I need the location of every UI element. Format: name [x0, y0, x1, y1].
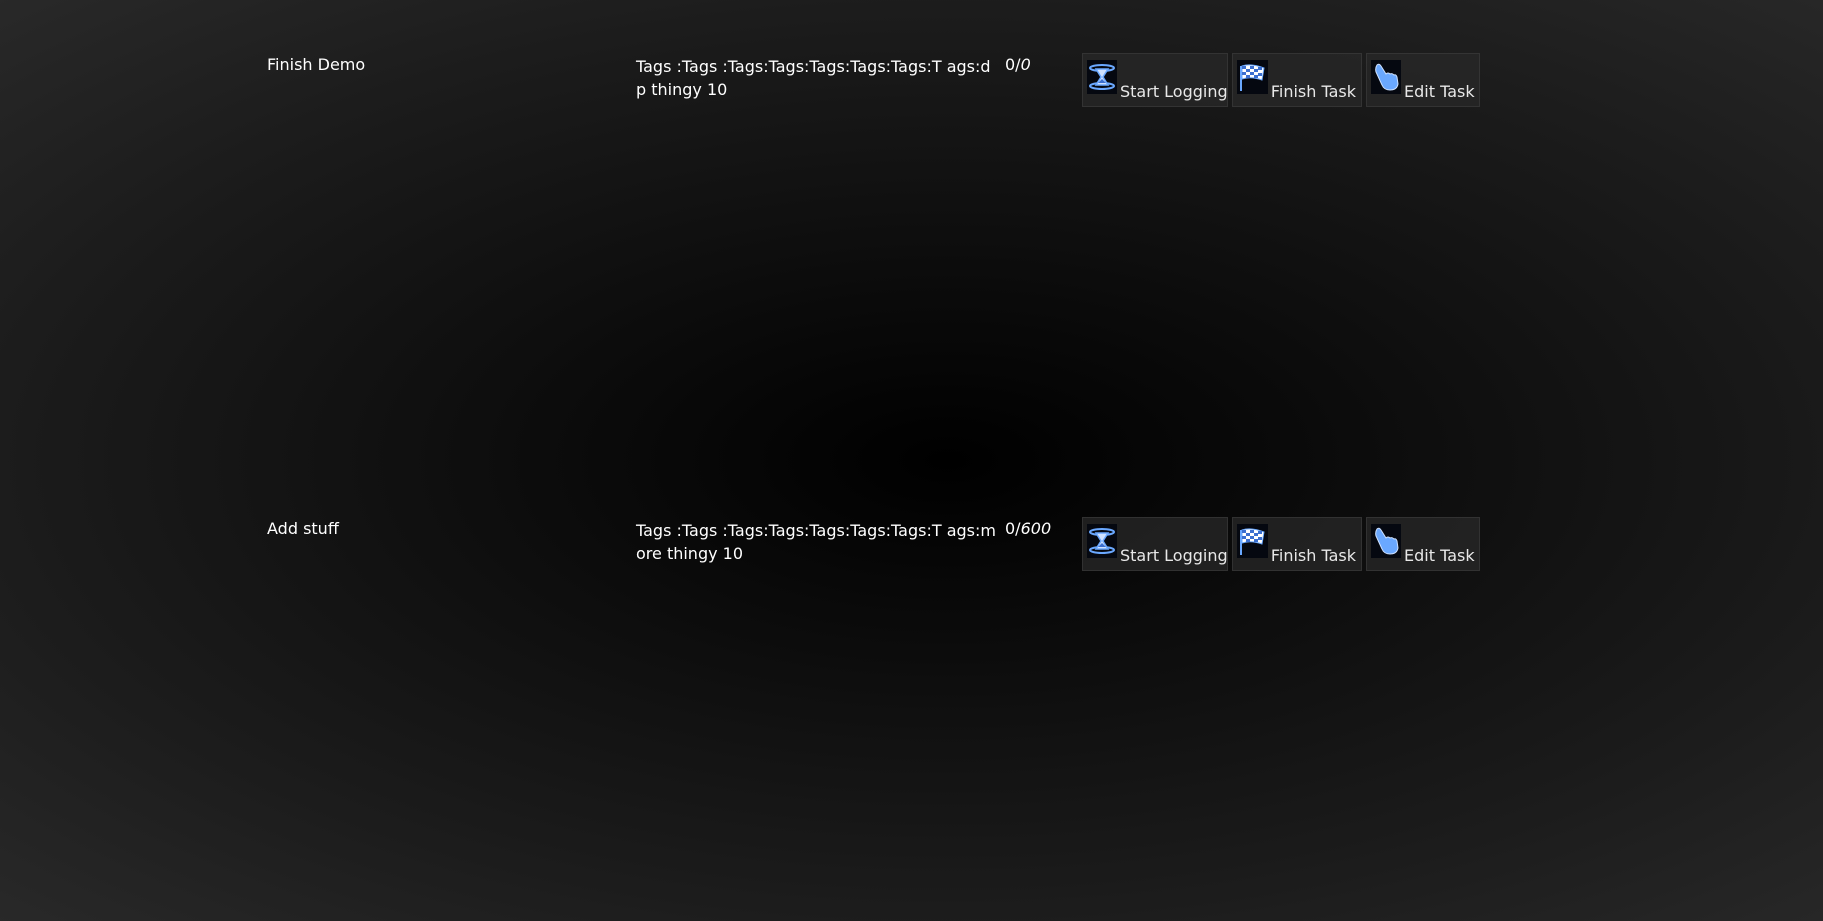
progress-done: 0/	[1005, 55, 1021, 74]
edit-task-label: Edit Task	[1404, 546, 1475, 565]
hourglass-icon	[1087, 60, 1117, 94]
progress-done: 0/	[1005, 519, 1021, 538]
task-tags: Tags :Tags :Tags:Tags:Tags:Tags:Tags:T a…	[636, 57, 991, 99]
finish-task-label: Finish Task	[1270, 546, 1356, 565]
checkered-flag-icon	[1237, 60, 1268, 94]
finish-task-label: Finish Task	[1270, 82, 1356, 101]
pointing-hand-icon	[1371, 524, 1401, 558]
progress-goal: 600	[1020, 519, 1052, 538]
task-tags: Tags :Tags :Tags:Tags:Tags:Tags:Tags:T a…	[636, 521, 996, 563]
task-name: Add stuff	[267, 519, 339, 538]
task-row: Finish Demo Tags :Tags :Tags:Tags:Tags:T…	[0, 50, 1823, 120]
edit-task-label: Edit Task	[1404, 82, 1475, 101]
finish-task-button[interactable]: Finish Task	[1232, 53, 1362, 107]
progress-goal: 0	[1020, 55, 1031, 74]
edit-task-button[interactable]: Edit Task	[1366, 517, 1480, 571]
task-progress: 0/0	[1005, 55, 1031, 75]
pointing-hand-icon	[1371, 60, 1401, 94]
start-logging-label: Start Logging	[1120, 82, 1228, 101]
hourglass-icon	[1087, 524, 1117, 558]
start-logging-button[interactable]: Start Logging	[1082, 53, 1228, 107]
start-logging-button[interactable]: Start Logging	[1082, 517, 1228, 571]
task-progress: 0/600	[1005, 519, 1051, 539]
start-logging-label: Start Logging	[1120, 546, 1228, 565]
finish-task-button[interactable]: Finish Task	[1232, 517, 1362, 571]
task-row: Add stuff Tags :Tags :Tags:Tags:Tags:Tag…	[0, 514, 1823, 584]
edit-task-button[interactable]: Edit Task	[1366, 53, 1480, 107]
checkered-flag-icon	[1237, 524, 1268, 558]
task-name: Finish Demo	[267, 55, 366, 74]
